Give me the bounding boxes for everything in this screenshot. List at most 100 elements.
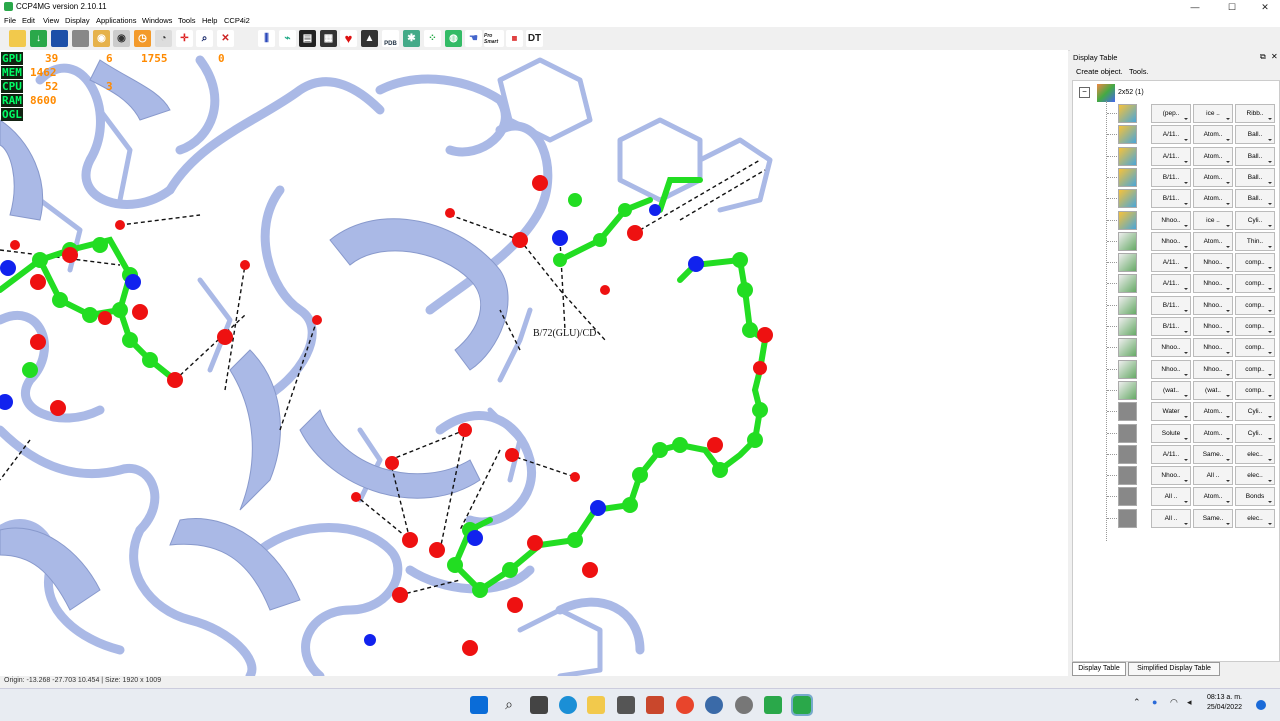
selection-dropdown[interactable]: A/11.. bbox=[1151, 444, 1191, 464]
ccp4mg-taskbar-icon[interactable] bbox=[791, 694, 813, 716]
style-dropdown[interactable]: Nhoo.. bbox=[1193, 359, 1233, 379]
system-clock[interactable]: 08:13 a. m. 25/04/2022 bbox=[1207, 693, 1242, 713]
style-dropdown[interactable]: Atom.. bbox=[1193, 146, 1233, 166]
representation-dropdown[interactable]: comp.. bbox=[1235, 380, 1275, 400]
representation-dropdown[interactable]: comp.. bbox=[1235, 359, 1275, 379]
clock-icon[interactable]: ◷ bbox=[134, 30, 151, 47]
display-object-icon[interactable] bbox=[1118, 210, 1137, 230]
search-icon[interactable]: ⌕ bbox=[500, 696, 518, 714]
style-dropdown[interactable]: Atom.. bbox=[1193, 423, 1233, 443]
display-object-icon[interactable] bbox=[1118, 487, 1137, 507]
selection-dropdown[interactable]: All .. bbox=[1151, 487, 1191, 507]
molecule-object-icon[interactable] bbox=[1097, 84, 1115, 102]
representation-dropdown[interactable]: elec.. bbox=[1235, 508, 1275, 528]
style-dropdown[interactable]: Nhoo.. bbox=[1193, 338, 1233, 358]
tools-menu[interactable]: Tools. bbox=[1129, 67, 1149, 76]
selection-dropdown[interactable]: Water bbox=[1151, 402, 1191, 422]
globe-icon[interactable]: ◍ bbox=[445, 30, 462, 47]
selection-dropdown[interactable]: Nhoo.. bbox=[1151, 210, 1191, 230]
selection-dropdown[interactable]: Nhoo.. bbox=[1151, 338, 1191, 358]
selection-dropdown[interactable]: All .. bbox=[1151, 508, 1191, 528]
notification-icon[interactable] bbox=[1256, 700, 1266, 710]
representation-dropdown[interactable]: Ball.. bbox=[1235, 189, 1275, 209]
edge-browser-icon[interactable] bbox=[559, 696, 577, 714]
chrome-icon[interactable] bbox=[676, 696, 694, 714]
menu-ccp4i2[interactable]: CCP4i2 bbox=[224, 16, 250, 25]
film-clapper-icon[interactable]: ▤ bbox=[299, 30, 316, 47]
graduation-cap-icon[interactable]: ▲ bbox=[361, 30, 378, 47]
pymol-icon[interactable] bbox=[705, 696, 723, 714]
display-object-icon[interactable] bbox=[1118, 274, 1137, 294]
style-dropdown[interactable]: Nhoo.. bbox=[1193, 274, 1233, 294]
panel-float-icon[interactable]: ⧉ bbox=[1260, 52, 1266, 62]
start-icon[interactable] bbox=[470, 696, 488, 714]
representation-dropdown[interactable]: Cyli.. bbox=[1235, 210, 1275, 230]
create-object-menu[interactable]: Create object. bbox=[1076, 67, 1123, 76]
style-dropdown[interactable]: Same.. bbox=[1193, 444, 1233, 464]
collapse-toggle[interactable]: − bbox=[1079, 87, 1090, 98]
heart-icon[interactable]: ♥ bbox=[340, 30, 357, 47]
style-dropdown[interactable]: ice .. bbox=[1193, 104, 1233, 123]
representation-dropdown[interactable]: comp.. bbox=[1235, 338, 1275, 358]
molecular-viewer[interactable] bbox=[0, 50, 1068, 676]
style-dropdown[interactable]: Atom.. bbox=[1193, 125, 1233, 145]
selection-dropdown[interactable]: B/11.. bbox=[1151, 189, 1191, 209]
cross-tool-icon[interactable]: ✕ bbox=[217, 30, 234, 47]
style-dropdown[interactable]: Same.. bbox=[1193, 508, 1233, 528]
store-icon[interactable] bbox=[617, 696, 635, 714]
style-dropdown[interactable]: All .. bbox=[1193, 466, 1233, 486]
camera-icon[interactable] bbox=[72, 30, 89, 47]
style-dropdown[interactable]: ice .. bbox=[1193, 210, 1233, 230]
volume-icon[interactable]: ◂ bbox=[1187, 697, 1192, 708]
display-object-icon[interactable] bbox=[1118, 295, 1137, 315]
menu-file[interactable]: File bbox=[4, 16, 16, 25]
eye-icon[interactable]: ◉ bbox=[93, 30, 110, 47]
representation-dropdown[interactable]: Cyli.. bbox=[1235, 423, 1275, 443]
selection-dropdown[interactable]: B/11.. bbox=[1151, 167, 1191, 187]
representation-dropdown[interactable]: Cyli.. bbox=[1235, 402, 1275, 422]
selection-dropdown[interactable]: A/11.. bbox=[1151, 146, 1191, 166]
maximize-button[interactable]: ☐ bbox=[1215, 0, 1249, 14]
open-folder-icon[interactable] bbox=[9, 30, 26, 47]
representation-dropdown[interactable]: Ribb.. bbox=[1235, 104, 1275, 123]
selection-dropdown[interactable]: (wat.. bbox=[1151, 380, 1191, 400]
panel-close-icon[interactable]: ✕ bbox=[1271, 52, 1278, 61]
representation-dropdown[interactable]: elec.. bbox=[1235, 444, 1275, 464]
bond-icon[interactable]: ⌁ bbox=[279, 30, 296, 47]
selection-dropdown[interactable]: B/11.. bbox=[1151, 295, 1191, 315]
display-object-icon[interactable] bbox=[1118, 338, 1137, 358]
representation-dropdown[interactable]: Bonds bbox=[1235, 487, 1275, 507]
representation-dropdown[interactable]: comp.. bbox=[1235, 274, 1275, 294]
display-object-icon[interactable] bbox=[1118, 231, 1137, 251]
selection-dropdown[interactable]: B/11.. bbox=[1151, 317, 1191, 336]
style-dropdown[interactable]: Atom.. bbox=[1193, 189, 1233, 209]
minimize-button[interactable]: — bbox=[1178, 0, 1212, 14]
chevron-up-icon[interactable]: ⌃ bbox=[1133, 697, 1141, 708]
selection-dropdown[interactable]: Nhoo.. bbox=[1151, 466, 1191, 486]
menu-view[interactable]: View bbox=[43, 16, 59, 25]
menu-tools[interactable]: Tools bbox=[178, 16, 196, 25]
task-view-icon[interactable] bbox=[530, 696, 548, 714]
selection-dropdown[interactable]: (pep.. bbox=[1151, 104, 1191, 123]
style-dropdown[interactable]: Nhoo.. bbox=[1193, 253, 1233, 273]
display-object-icon[interactable] bbox=[1118, 402, 1137, 422]
hand-icon[interactable]: ☚ bbox=[465, 30, 482, 47]
crosshair-icon[interactable]: ✛ bbox=[176, 30, 193, 47]
representation-dropdown[interactable]: comp.. bbox=[1235, 317, 1275, 336]
display-object-icon[interactable] bbox=[1118, 359, 1137, 379]
style-dropdown[interactable]: Nhoo.. bbox=[1193, 295, 1233, 315]
save-icon[interactable] bbox=[51, 30, 68, 47]
display-object-icon[interactable] bbox=[1118, 508, 1137, 528]
selection-dropdown[interactable]: A/11.. bbox=[1151, 125, 1191, 145]
eye-off-icon[interactable]: ◉ bbox=[113, 30, 130, 47]
style-dropdown[interactable]: Atom.. bbox=[1193, 487, 1233, 507]
movie-icon[interactable]: ▦ bbox=[320, 30, 337, 47]
ruler-icon[interactable]: ⫼ bbox=[258, 30, 275, 47]
representation-dropdown[interactable]: comp.. bbox=[1235, 295, 1275, 315]
menu-help[interactable]: Help bbox=[202, 16, 217, 25]
ccp4-icon[interactable] bbox=[764, 696, 782, 714]
close-button[interactable]: ✕ bbox=[1248, 0, 1280, 14]
selection-dropdown[interactable]: Nhoo.. bbox=[1151, 359, 1191, 379]
style-dropdown[interactable]: Atom.. bbox=[1193, 402, 1233, 422]
root-object-label[interactable]: 2x52 (1) bbox=[1118, 89, 1144, 96]
